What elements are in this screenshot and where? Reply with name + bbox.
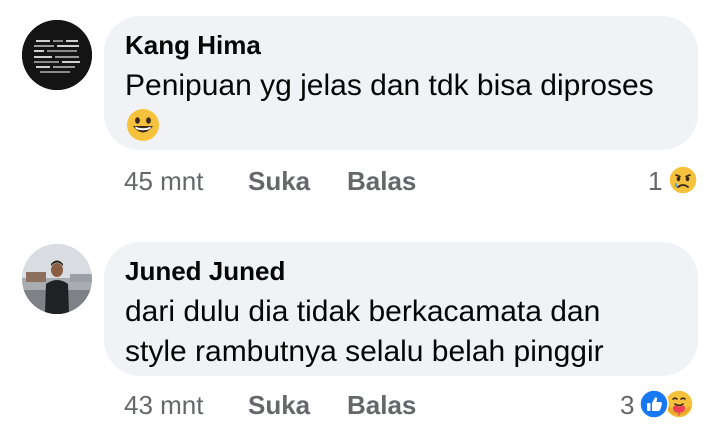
like-reaction-icon (639, 389, 669, 419)
reaction-count: 3 (620, 390, 635, 420)
comment-text-line-1: dari dulu dia tidak berkacamata dan (125, 295, 601, 328)
comment-bubble: Juned Juned dari dulu dia tidak berkacam… (104, 242, 698, 376)
avatar-image (22, 244, 92, 314)
comment-author[interactable]: Juned Juned (125, 256, 285, 287)
avatar[interactable] (22, 244, 92, 314)
comment-time[interactable]: 43 mnt (124, 390, 204, 421)
reply-button[interactable]: Balas (347, 390, 416, 421)
comment-text-line-2: style rambutnya selalu belah pinggir (125, 335, 604, 368)
like-button[interactable]: Suka (248, 390, 310, 421)
reaction-summary[interactable]: 3 (620, 388, 710, 420)
comment-2: Juned Juned dari dulu dia tidak berkacam… (0, 0, 720, 439)
